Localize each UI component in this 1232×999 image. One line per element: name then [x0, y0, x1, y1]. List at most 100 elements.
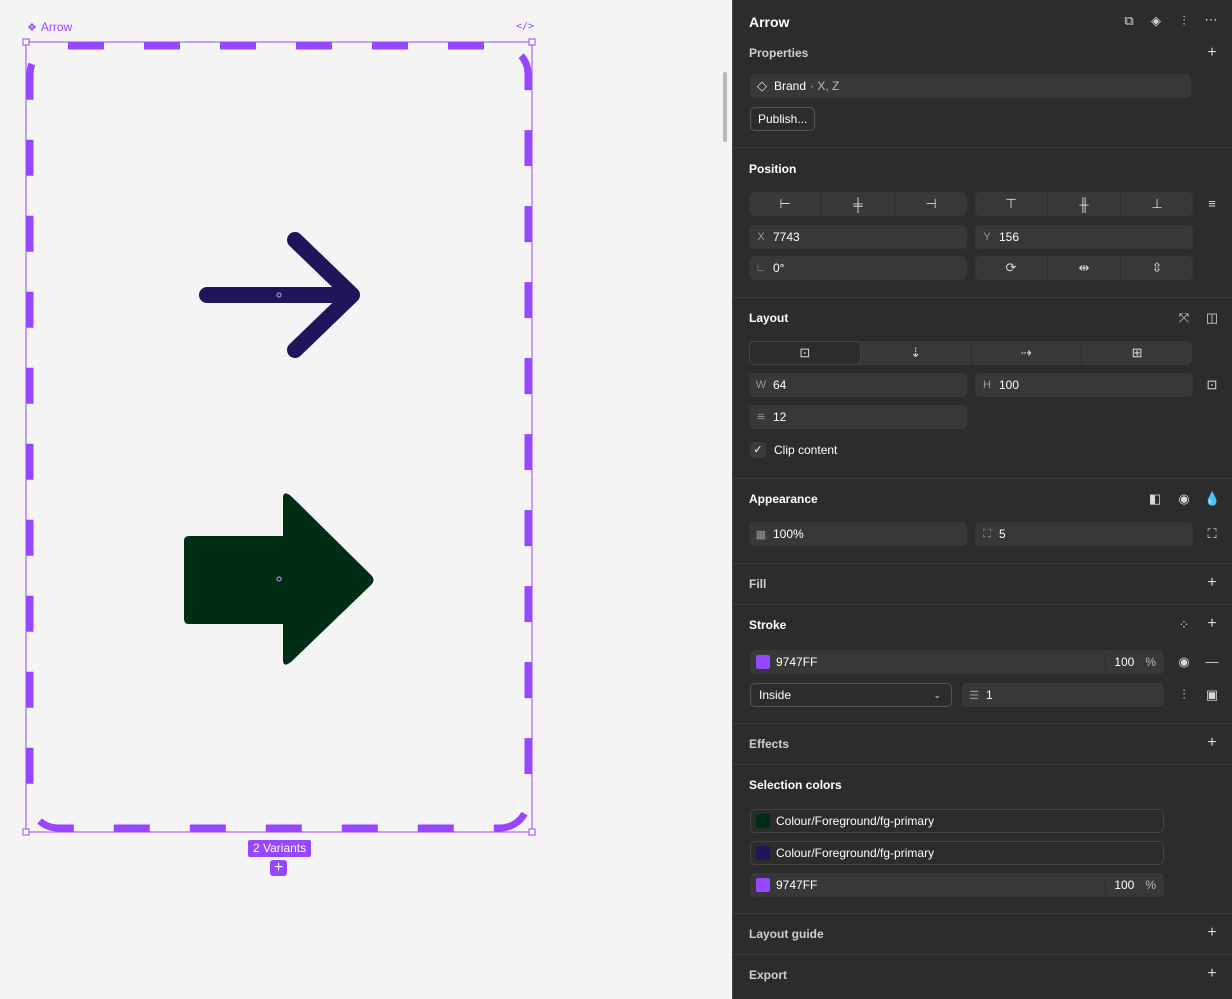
visibility-eye-icon[interactable]: ◉ — [1176, 491, 1192, 507]
flip-horizontal-icon[interactable]: ⇹ — [1048, 256, 1121, 280]
corner-radius-icon: ⛶ — [983, 527, 991, 540]
x-field[interactable]: X 7743 — [749, 225, 967, 249]
vertical-layout-icon[interactable]: ⇣ — [861, 341, 972, 365]
stroke-sides-icon[interactable]: ▣ — [1204, 687, 1220, 703]
layout-title: Layout — [749, 311, 789, 325]
y-field[interactable]: Y 156 — [975, 225, 1193, 249]
canvas-scrollbar[interactable] — [723, 72, 727, 142]
align-right-icon[interactable]: ⊣ — [895, 192, 967, 216]
export-title: Export — [749, 968, 788, 982]
stroke-title: Stroke — [749, 618, 787, 632]
clip-content-checkbox[interactable]: ✓ — [750, 442, 766, 458]
selection-color-hex: 9747FF — [776, 878, 818, 892]
layout-guide-title: Layout guide — [749, 927, 824, 941]
w-label: W — [755, 379, 767, 391]
resize-to-fit-icon[interactable]: ⊡ — [1204, 377, 1220, 393]
component-copy-icon[interactable]: ⧉ — [1121, 13, 1137, 29]
selection-color-opacity[interactable]: 100 — [1105, 878, 1145, 892]
selection-colors-section: Selection colors Colour/Foreground/fg-pr… — [733, 764, 1232, 913]
stroke-visibility-eye-icon[interactable]: ◉ — [1176, 654, 1192, 670]
stroke-section: Stroke ⁘ + 9747FF 100 % ◉ — Inside ⌄ ☰ 1… — [733, 604, 1232, 723]
w-value: 64 — [773, 378, 787, 392]
stroke-weight-field[interactable]: ☰ 1 — [962, 683, 1164, 707]
properties-title: Properties — [749, 46, 809, 60]
appearance-title: Appearance — [749, 492, 818, 506]
stroke-styles-icon[interactable]: ⁘ — [1176, 617, 1192, 633]
stroke-position-select[interactable]: Inside ⌄ — [750, 683, 952, 707]
align-top-icon[interactable]: ⊤ — [975, 192, 1048, 216]
stroke-position-value: Inside — [759, 688, 792, 702]
horizontal-layout-icon[interactable]: ⇢ — [972, 341, 1083, 365]
layout-mode-group: ⊡ ⇣ ⇢ ⊞ — [749, 341, 1192, 365]
export-section: Export + — [733, 954, 1232, 999]
stroke-opacity[interactable]: 100 — [1105, 655, 1145, 669]
appearance-section: Appearance ◧ ◉ 💧 ▦ 100% ⛶ 5 ⛶ — [733, 478, 1232, 563]
add-stroke-icon[interactable]: + — [1204, 616, 1220, 632]
stroke-color-swatch[interactable] — [756, 655, 770, 669]
selection-color-label: Colour/Foreground/fg-primary — [776, 846, 935, 860]
properties-panel: Arrow ⧉ ◈ ⫶ ⋯ Properties + ◇ Brand · X, … — [732, 0, 1232, 999]
selection-color-hex-swatch[interactable] — [756, 878, 770, 892]
more-icon[interactable]: ⋯ — [1203, 12, 1219, 28]
x-label: X — [757, 231, 765, 243]
grid-layout-icon[interactable]: ⊞ — [1082, 341, 1192, 365]
corner-radius-field[interactable]: ⛶ 5 — [975, 522, 1193, 546]
vertical-align-group: ⊤ ╫ ⊥ — [975, 192, 1193, 216]
publish-button[interactable]: Publish... — [750, 107, 816, 131]
property-row[interactable]: ◇ Brand · X, Z — [750, 74, 1191, 98]
add-property-icon[interactable]: + — [1204, 45, 1220, 61]
opacity-value: 100% — [773, 527, 804, 541]
align-middle-icon[interactable]: ╫ — [1048, 192, 1121, 216]
flip-vertical-icon[interactable]: ⇳ — [1121, 256, 1193, 280]
fill-title: Fill — [749, 577, 767, 591]
selection-color-row[interactable]: Colour/Foreground/fg-primary — [750, 809, 1164, 833]
add-effect-icon[interactable]: + — [1204, 735, 1220, 751]
width-field[interactable]: W 64 — [749, 373, 967, 397]
position-section: Position ⊢ ╪ ⊣ ⊤ ╫ ⊥ ≡ X 7743 Y 156 ∟ 0°… — [733, 147, 1232, 297]
stroke-settings-icon[interactable]: ⫶ — [1176, 687, 1192, 703]
selection-color-swatch[interactable] — [756, 814, 770, 828]
selection-color-label: Colour/Foreground/fg-primary — [776, 814, 935, 828]
y-label: Y — [983, 231, 991, 243]
add-layout-guide-icon[interactable]: + — [1204, 925, 1220, 941]
x-value: 7743 — [773, 230, 800, 244]
clip-content-label: Clip content — [774, 443, 838, 457]
canvas[interactable]: ❖ Arrow </> 2 Variants + — [0, 0, 732, 999]
remove-stroke-icon[interactable]: — — [1204, 654, 1220, 670]
selection-color-swatch[interactable] — [756, 846, 770, 860]
rotation-field[interactable]: ∟ 0° — [749, 256, 967, 280]
selection-color-hex-row[interactable]: 9747FF 100 % — [750, 873, 1164, 897]
opacity-field[interactable]: ▦ 100% — [749, 522, 967, 546]
adjust-icon[interactable]: ⫶ — [1176, 13, 1192, 29]
align-bottom-icon[interactable]: ⊥ — [1121, 192, 1193, 216]
position-title: Position — [749, 162, 797, 176]
component-set-frame[interactable] — [0, 0, 732, 999]
auto-layout-icon[interactable]: ◫ — [1204, 310, 1220, 326]
chevron-down-icon: ⌄ — [933, 689, 941, 700]
independent-corners-icon[interactable]: ⛶ — [1204, 526, 1220, 542]
distribute-icon[interactable]: ≡ — [1204, 196, 1220, 212]
property-name: Brand — [774, 79, 807, 93]
arrow-filled-variant — [184, 493, 374, 665]
effects-section: Effects + — [733, 723, 1232, 764]
height-field[interactable]: H 100 — [975, 373, 1193, 397]
align-center-h-icon[interactable]: ╪ — [822, 192, 895, 216]
selection-colors-title: Selection colors — [749, 778, 842, 792]
rotate-icon[interactable]: ⟳ — [975, 256, 1048, 280]
variable-mode-icon[interactable]: ◧ — [1147, 491, 1163, 507]
gap-field[interactable]: ≘ 12 — [749, 405, 967, 429]
stroke-color-field[interactable]: 9747FF 100 % — [750, 650, 1164, 674]
h-label: H — [983, 379, 991, 391]
rotation-value: 0° — [773, 261, 785, 275]
add-fill-icon[interactable]: + — [1204, 575, 1220, 591]
blend-drop-icon[interactable]: 💧 — [1204, 491, 1220, 507]
align-left-icon[interactable]: ⊢ — [749, 192, 822, 216]
add-variant-button[interactable]: + — [270, 860, 287, 876]
selection-color-row[interactable]: Colour/Foreground/fg-primary — [750, 841, 1164, 865]
property-values: · X, Z — [810, 79, 840, 93]
freeform-layout-icon[interactable]: ⊡ — [749, 341, 861, 365]
add-export-icon[interactable]: + — [1204, 966, 1220, 982]
collapse-layout-icon[interactable]: ⤧ — [1176, 310, 1192, 326]
component-set-dashed-border — [26, 42, 532, 832]
component-instance-icon[interactable]: ◈ — [1148, 13, 1164, 29]
